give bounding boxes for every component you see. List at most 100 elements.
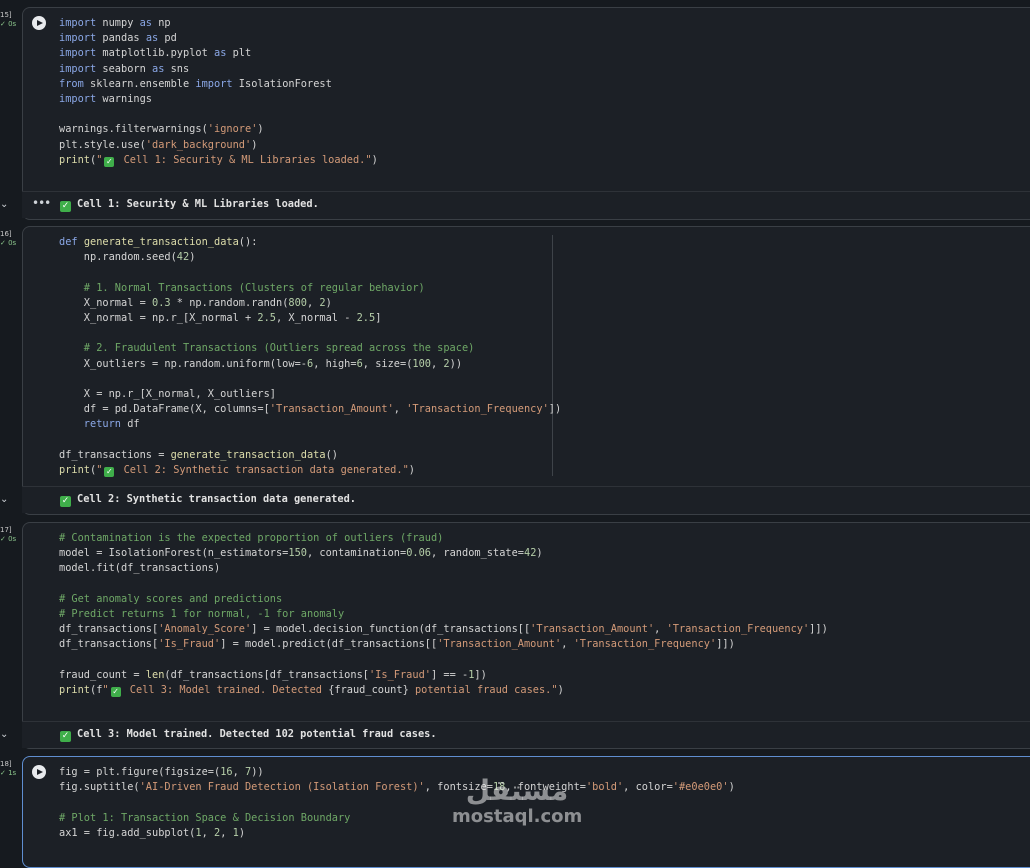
code-editor[interactable]: # Contamination is the expected proporti… <box>59 531 828 698</box>
cell-1-output: ••• ✓ Cell 1: Security & ML Libraries loa… <box>22 191 1030 218</box>
code-token: ) <box>408 463 415 476</box>
run-cell-button[interactable] <box>32 765 46 779</box>
check-icon: ✓ <box>60 201 71 212</box>
code-token: as <box>139 17 153 29</box>
code-token: ) <box>557 683 564 696</box>
code-token: 'Transaction_Amount' <box>530 623 655 636</box>
code-token: model = IsolationForest(n_estimators= <box>59 547 289 560</box>
code-token: , <box>654 623 667 636</box>
more-options-icon[interactable]: ••• <box>32 196 51 210</box>
cell-2-exec-count: 16] <box>0 230 12 238</box>
code-cell-3[interactable]: # Contamination is the expected proporti… <box>22 522 1030 749</box>
run-cell-button[interactable] <box>32 16 46 30</box>
code-token: as <box>152 62 165 75</box>
code-token: import <box>59 47 97 60</box>
code-token: pd <box>158 32 177 45</box>
code-token: df_transactions = <box>59 448 171 461</box>
code-token: 150 <box>288 547 307 560</box>
cell-3-exec-time: ✓ 0s <box>0 535 17 543</box>
code-token: 'Is_Fraud' <box>158 638 221 651</box>
code-token: generate_transaction_data <box>83 236 239 248</box>
code-token: 100 <box>412 357 432 370</box>
code-token: matplotlib.pyplot <box>96 47 214 60</box>
code-token: ) <box>371 153 378 166</box>
code-line: fig = plt.figure(figsize=(16, 7)) <box>59 765 735 780</box>
code-token: df = pd.DataFrame(X, columns=[ <box>59 403 270 416</box>
code-line: X_normal = 0.3 * np.random.randn(800, 2) <box>59 296 561 311</box>
code-token: " <box>102 683 109 696</box>
code-line: ax1 = fig.add_subplot(1, 2, 1) <box>59 826 735 841</box>
output-text: ✓ Cell 2: Synthetic transaction data gene… <box>60 493 356 507</box>
code-line: warnings.filterwarnings('ignore') <box>59 122 378 137</box>
code-token: ) <box>251 138 258 151</box>
code-token: 42 <box>524 547 537 560</box>
code-token: , <box>232 766 245 778</box>
cell-4-exec-time: ✓ 1s <box>0 769 17 777</box>
code-token: from <box>59 77 84 90</box>
code-token: df_transactions[ <box>59 638 159 651</box>
code-editor[interactable]: import numpy as np import pandas as pd imp… <box>59 16 378 168</box>
code-token: plt <box>226 47 252 60</box>
cell-3-exec-info: 17] ✓ 0s <box>0 526 20 544</box>
code-token: ) <box>238 826 246 839</box>
code-token: np.random.seed( <box>59 251 177 264</box>
code-cell-1[interactable]: import numpy as np import pandas as pd imp… <box>22 7 1030 220</box>
code-editor[interactable]: fig = plt.figure(figsize=(16, 7)) fig.sup… <box>59 765 735 841</box>
cell-1-exec-count: 15] <box>0 11 12 19</box>
code-token: generate_transaction_data <box>170 448 326 461</box>
code-token: , <box>220 826 233 839</box>
cell-3-exec-count: 17] <box>0 526 12 534</box>
cell-4-exec-count: 18] <box>0 760 12 768</box>
code-token: ] <box>375 311 382 324</box>
code-token: import <box>59 92 97 105</box>
code-token: ]) <box>548 403 562 416</box>
code-token: 'dark_background' <box>145 138 252 151</box>
collapse-output-toggle[interactable]: ⌄ <box>0 729 12 741</box>
collapse-output-toggle[interactable]: ⌄ <box>0 199 12 211</box>
code-token: ) <box>536 547 543 560</box>
code-token: # Contamination is the expected proporti… <box>59 532 444 544</box>
code-token: # Plot 1: Transaction Space & Decision B… <box>59 811 351 824</box>
cell-1-exec-info: 15] ✓ 0s <box>0 11 20 29</box>
code-token: fig.suptitle( <box>59 781 140 794</box>
code-token: 'Anomaly_Score' <box>158 623 252 636</box>
code-token: ] == - <box>430 668 469 681</box>
code-line: X = np.r_[X_normal, X_outliers] <box>59 387 561 402</box>
code-token: ax1 = fig.add_subplot( <box>59 826 196 839</box>
code-token: Cell 1: Security & ML Libraries loaded." <box>117 153 372 166</box>
code-token: (): <box>238 236 258 248</box>
code-line: np.random.seed(42) <box>59 250 561 265</box>
code-token: 'Transaction_Amount' <box>269 403 394 416</box>
code-token: seaborn <box>96 62 152 75</box>
code-token: , <box>307 296 320 309</box>
code-token: ]]) <box>809 623 828 636</box>
code-token: , <box>201 826 214 839</box>
code-token: import <box>59 62 97 75</box>
code-cell-2[interactable]: def generate_transaction_data(): np.rand… <box>22 226 1030 515</box>
code-token: , contamination= <box>306 547 407 560</box>
code-token: print <box>59 683 90 696</box>
code-token: () <box>325 448 338 461</box>
code-token: sklearn.ensemble <box>83 77 196 90</box>
code-token: model.fit(df_transactions) <box>59 562 221 575</box>
code-editor[interactable]: def generate_transaction_data(): np.rand… <box>59 235 561 478</box>
code-token: # Get anomaly scores and predictions <box>59 592 283 605</box>
code-line: import matplotlib.pyplot as plt <box>59 46 378 61</box>
code-line: import pandas as pd <box>59 31 378 46</box>
code-line: plt.style.use('dark_background') <box>59 138 378 153</box>
code-token: 'AI-Driven Fraud Detection (Isolation Fo… <box>139 781 425 794</box>
code-line: model = IsolationForest(n_estimators=150… <box>59 546 828 561</box>
code-token: ]) <box>474 668 487 681</box>
code-token: , X_normal - <box>276 311 357 324</box>
code-line: fig.suptitle('AI-Driven Fraud Detection … <box>59 780 735 795</box>
code-token: import <box>59 17 97 29</box>
collapse-output-toggle[interactable]: ⌄ <box>0 494 12 506</box>
code-token: def <box>59 236 78 248</box>
code-token: 0.3 <box>152 296 171 309</box>
cell-2-output: ✓ Cell 2: Synthetic transaction data gene… <box>22 486 1030 513</box>
code-token: print <box>59 153 90 166</box>
